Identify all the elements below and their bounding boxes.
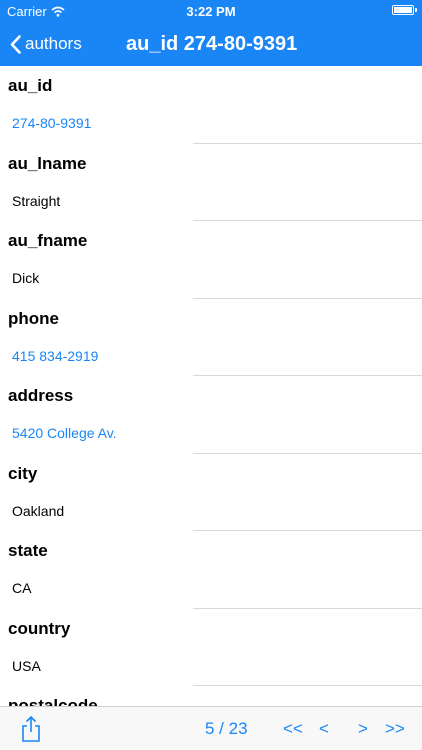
field-phone: phone 415 834-2919 bbox=[0, 299, 422, 376]
field-label: address bbox=[8, 386, 74, 405]
battery-level bbox=[394, 7, 412, 13]
field-country: country USA bbox=[0, 609, 422, 686]
record-detail-list[interactable]: au_id 274-80-9391 au_lname Straight au_f… bbox=[0, 66, 422, 706]
page-indicator: 5 / 23 bbox=[205, 719, 248, 738]
share-icon[interactable] bbox=[20, 715, 42, 743]
field-label: state bbox=[8, 541, 48, 560]
battery-icon bbox=[392, 5, 417, 15]
first-page-button[interactable]: << bbox=[283, 719, 303, 739]
page-title: au_id 274-80-9391 bbox=[126, 33, 298, 55]
bottom-toolbar: 5 / 23 << < > >> bbox=[0, 706, 422, 750]
next-page-button[interactable]: > bbox=[358, 719, 368, 739]
field-value: Straight bbox=[12, 192, 61, 209]
field-value-link[interactable]: 274-80-9391 bbox=[12, 115, 91, 131]
back-button-label: authors bbox=[25, 34, 82, 53]
last-page-button[interactable]: >> bbox=[385, 719, 405, 739]
status-bar: Carrier 3:22 PM bbox=[0, 0, 422, 22]
previous-page-button[interactable]: < bbox=[319, 719, 329, 739]
field-label: postalcode bbox=[8, 696, 98, 706]
field-au-lname: au_lname Straight bbox=[0, 144, 422, 221]
chevron-left-icon bbox=[10, 34, 21, 54]
field-label: phone bbox=[8, 308, 59, 328]
field-value: CA bbox=[12, 580, 32, 596]
field-state: state CA bbox=[0, 531, 422, 609]
field-value: Oakland bbox=[12, 502, 65, 519]
field-au-fname: au_fname Dick bbox=[0, 221, 422, 299]
field-city: city Oakland bbox=[0, 454, 422, 531]
top-bar: Carrier 3:22 PM authors au_id 274-80-939… bbox=[0, 0, 422, 66]
field-label: city bbox=[8, 463, 38, 483]
phone-link[interactable]: 415 834-2919 bbox=[12, 348, 98, 364]
back-button[interactable]: authors bbox=[10, 22, 82, 66]
navigation-bar: authors au_id 274-80-9391 bbox=[0, 22, 422, 66]
field-value: Dick bbox=[12, 270, 40, 286]
field-label: au_id bbox=[8, 76, 53, 95]
address-link[interactable]: 5420 College Av. bbox=[12, 425, 117, 441]
status-time: 3:22 PM bbox=[186, 4, 236, 19]
field-label: country bbox=[8, 618, 71, 638]
field-value: USA bbox=[12, 657, 41, 674]
field-postalcode: postalcode bbox=[0, 686, 422, 706]
field-label: au_fname bbox=[8, 231, 88, 250]
field-au-id: au_id 274-80-9391 bbox=[0, 66, 422, 144]
field-address: address 5420 College Av. bbox=[0, 376, 422, 454]
field-label: au_lname bbox=[8, 153, 87, 173]
